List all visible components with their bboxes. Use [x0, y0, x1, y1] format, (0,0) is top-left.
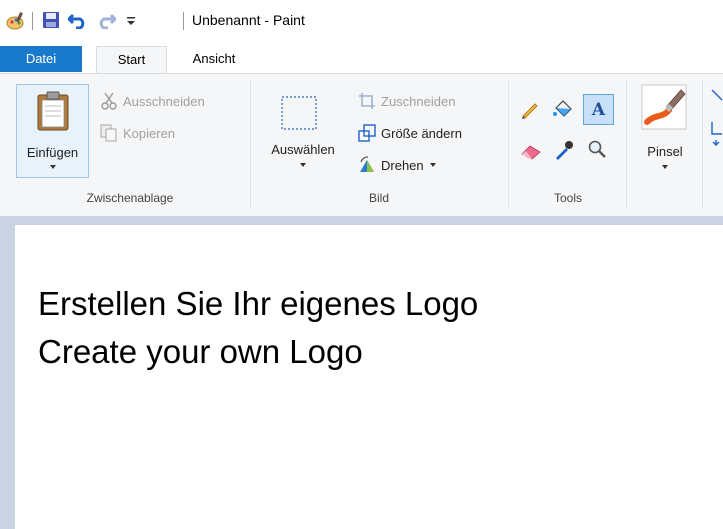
paint-app-icon[interactable]: [6, 11, 26, 35]
brushes-button[interactable]: Pinsel: [632, 82, 698, 176]
window-title: Unbenannt - Paint: [192, 12, 305, 28]
tab-view[interactable]: Ansicht: [177, 46, 251, 72]
shapes-partial-icon[interactable]: [710, 86, 723, 150]
title-separator: [183, 12, 184, 30]
drawing-canvas[interactable]: Erstellen Sie Ihr eigenes Logo Create yo…: [15, 225, 723, 529]
customize-quick-access-icon[interactable]: [125, 13, 137, 32]
rotate-button[interactable]: Drehen: [358, 156, 436, 174]
group-divider: [250, 80, 251, 208]
ribbon: Einfügen Ausschneiden Kopieren Zwischena…: [0, 73, 723, 217]
eraser-icon[interactable]: [520, 142, 542, 164]
crop-button[interactable]: Zuschneiden: [358, 92, 455, 110]
group-divider: [626, 80, 627, 208]
copy-label: Kopieren: [123, 125, 176, 141]
group-divider: [702, 80, 703, 208]
copy-icon: [100, 124, 117, 142]
chevron-down-icon: [300, 163, 306, 167]
pencil-icon[interactable]: [520, 99, 540, 123]
copy-button[interactable]: Kopieren: [100, 124, 175, 142]
chevron-down-icon: [662, 165, 668, 169]
tools-group-label: Tools: [553, 191, 582, 205]
color-picker-icon[interactable]: [554, 140, 574, 164]
workspace: Erstellen Sie Ihr eigenes Logo Create yo…: [0, 216, 723, 529]
redo-icon[interactable]: [96, 11, 118, 33]
select-label: Auswählen: [271, 142, 335, 157]
selection-rectangle-icon: [279, 94, 319, 138]
clipboard-icon: [37, 91, 69, 135]
text-icon: A: [591, 99, 606, 120]
tab-home[interactable]: Start: [96, 46, 167, 74]
ribbon-tabs: Datei Start Ansicht: [0, 46, 723, 74]
save-icon[interactable]: [42, 11, 60, 33]
paste-label: Einfügen: [26, 145, 79, 160]
chevron-down-icon: [429, 163, 436, 167]
cut-button[interactable]: Ausschneiden: [100, 92, 205, 110]
brush-icon: [641, 84, 687, 134]
resize-icon: [358, 124, 376, 142]
image-group-label: Bild: [368, 191, 389, 205]
text-tool-button[interactable]: A: [583, 94, 614, 125]
canvas-text-line: Create your own Logo: [38, 333, 363, 370]
resize-button[interactable]: Größe ändern: [358, 124, 462, 142]
tab-file[interactable]: Datei: [0, 46, 82, 72]
crop-icon: [359, 93, 375, 109]
undo-icon[interactable]: [66, 11, 88, 33]
paste-button[interactable]: Einfügen: [16, 84, 89, 178]
fill-icon[interactable]: [552, 98, 574, 124]
crop-label: Zuschneiden: [381, 93, 456, 109]
chevron-down-icon: [50, 165, 56, 169]
resize-label: Größe ändern: [381, 125, 462, 141]
title-bar: Unbenannt - Paint: [0, 0, 723, 46]
select-button[interactable]: Auswählen: [258, 88, 348, 182]
title-separator: [32, 12, 33, 30]
magnifier-icon[interactable]: [587, 139, 607, 163]
cut-label: Ausschneiden: [123, 93, 205, 109]
rotate-icon: [360, 156, 374, 172]
scissors-icon: [101, 92, 117, 110]
canvas-text-line: Erstellen Sie Ihr eigenes Logo: [38, 285, 479, 322]
rotate-label: Drehen: [381, 157, 424, 173]
brushes-label: Pinsel: [647, 144, 683, 159]
clipboard-group-label: Zwischenablage: [86, 191, 174, 205]
group-divider: [508, 80, 509, 208]
